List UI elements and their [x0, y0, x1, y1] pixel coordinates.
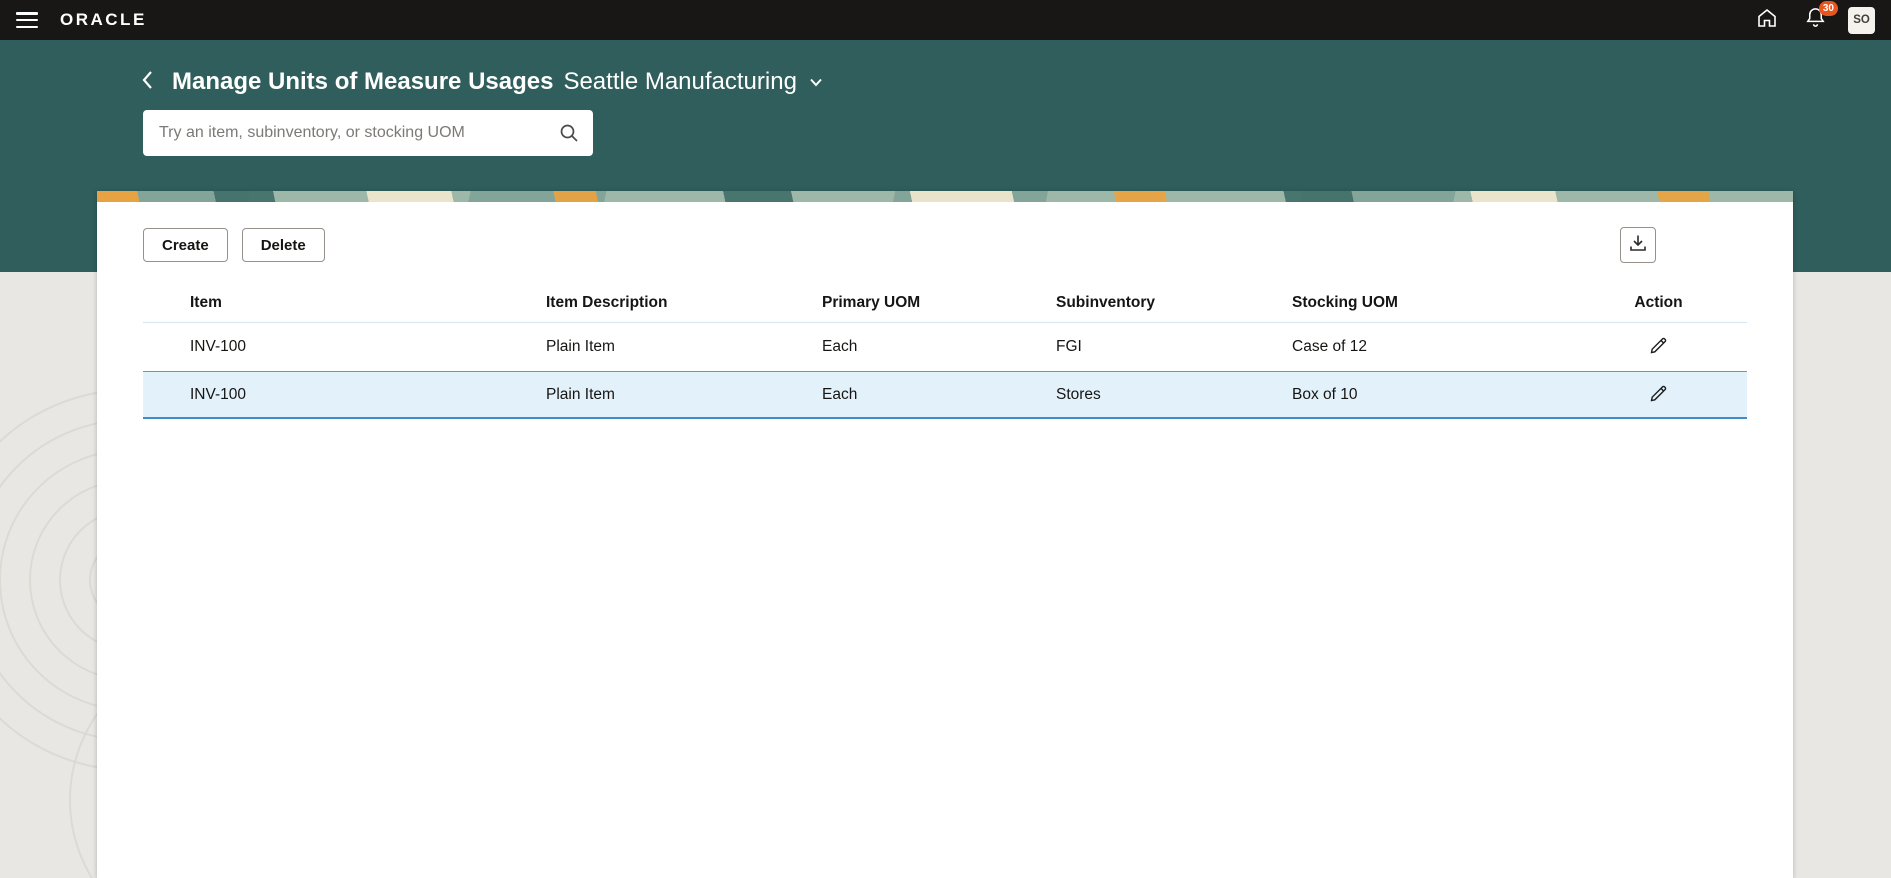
page-title: Manage Units of Measure Usages [172, 68, 554, 95]
column-header-action: Action [1634, 293, 1683, 311]
table-header-row: Item Item Description Primary UOM Subinv… [143, 283, 1747, 323]
user-avatar[interactable]: SO [1848, 6, 1875, 34]
cell-item: INV-100 [190, 385, 247, 403]
pencil-icon [1648, 335, 1669, 359]
search-icon[interactable] [558, 122, 580, 149]
edit-row-button[interactable] [1644, 380, 1674, 410]
create-button[interactable]: Create [143, 228, 228, 262]
home-button[interactable] [1752, 5, 1782, 35]
home-icon [1755, 6, 1779, 35]
top-navigation-bar: ORACLE 30 SO [0, 0, 1891, 40]
chevron-left-icon [140, 68, 156, 97]
table-body: INV-100 Plain Item Each FGI Case of 12 I… [143, 323, 1747, 419]
column-header-item[interactable]: Item [143, 294, 546, 312]
cell-subinventory: Stores [1056, 385, 1101, 403]
cell-stocking-uom: Box of 10 [1292, 385, 1358, 403]
delete-button[interactable]: Delete [241, 228, 325, 262]
cell-primary-uom: Each [822, 385, 858, 403]
cell-item-description: Plain Item [546, 338, 615, 355]
notification-count-badge: 30 [1818, 1, 1838, 16]
back-button[interactable] [134, 68, 162, 96]
oracle-logo: ORACLE [60, 10, 147, 29]
cell-primary-uom: Each [822, 338, 858, 355]
cell-subinventory: FGI [1056, 338, 1082, 355]
table-row[interactable]: INV-100 Plain Item Each Stores Box of 10 [143, 371, 1747, 419]
table-row[interactable]: INV-100 Plain Item Each FGI Case of 12 [143, 323, 1747, 371]
edit-row-button[interactable] [1644, 332, 1674, 362]
notifications-button[interactable]: 30 [1800, 1, 1838, 35]
column-header-item-description[interactable]: Item Description [546, 294, 822, 312]
table-toolbar: Create Delete [143, 227, 1742, 263]
cell-item-description: Plain Item [546, 385, 615, 403]
uom-usages-table: Item Item Description Primary UOM Subinv… [143, 283, 1747, 419]
cell-stocking-uom: Case of 12 [1292, 338, 1367, 355]
search-input[interactable] [143, 110, 593, 156]
chevron-down-icon[interactable] [807, 73, 825, 91]
column-header-primary-uom[interactable]: Primary UOM [822, 294, 1056, 312]
cell-item: INV-100 [190, 338, 247, 355]
download-icon [1628, 233, 1648, 258]
download-button[interactable] [1620, 227, 1656, 263]
content-card: Create Delete Item Item Description Prim… [97, 191, 1793, 878]
column-header-subinventory[interactable]: Subinventory [1056, 294, 1292, 312]
decorative-banner [97, 191, 1793, 202]
org-context-selector[interactable]: Seattle Manufacturing [563, 68, 796, 96]
hamburger-menu-icon[interactable] [16, 12, 38, 28]
pencil-icon [1648, 383, 1669, 407]
column-header-stocking-uom[interactable]: Stocking UOM [1292, 294, 1570, 312]
